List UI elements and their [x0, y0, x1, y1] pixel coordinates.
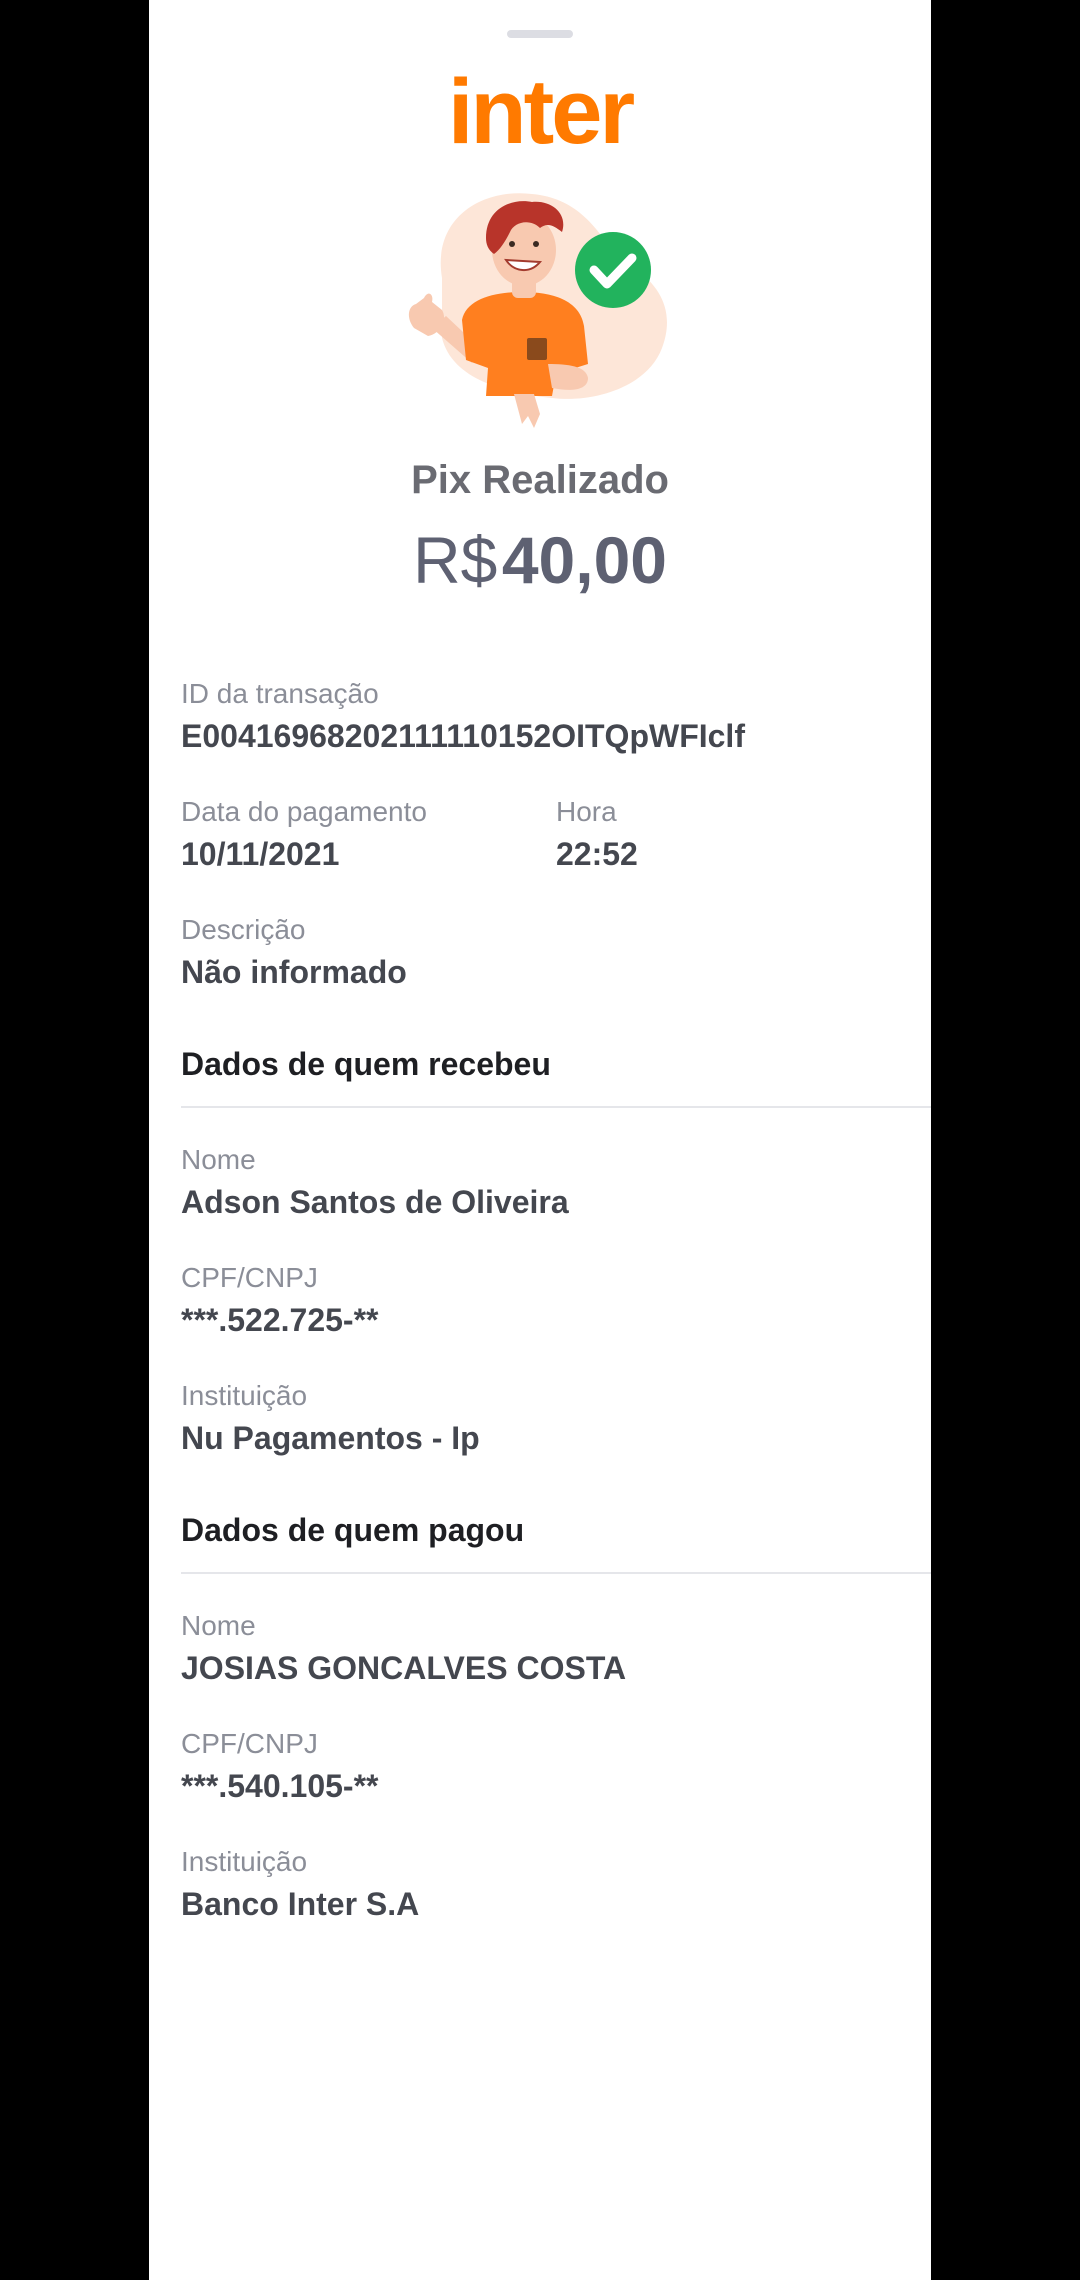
payment-date-label: Data do pagamento [181, 796, 427, 827]
payment-time-value: 22:52 [556, 836, 638, 872]
receiver-institution-label: Instituição [181, 1380, 308, 1411]
payer-institution-label: Instituição [181, 1846, 308, 1877]
payer-institution-value: Banco Inter S.A [181, 1886, 420, 1922]
receiver-name-field: Nome Adson Santos de Oliveira [181, 1142, 569, 1224]
transaction-id-value: E00416968202111110152OITQpWFIclf [181, 718, 745, 754]
payment-date-value: 10/11/2021 [181, 836, 340, 872]
payer-doc-value: ***.540.105-** [181, 1768, 379, 1804]
currency-symbol: R$ [413, 523, 498, 597]
receiver-institution-value: Nu Pagamentos - Ip [181, 1420, 480, 1456]
receiver-divider [181, 1106, 931, 1108]
receiver-section-title: Dados de quem recebeu [181, 1046, 551, 1082]
status-title: Pix Realizado [411, 458, 669, 502]
payer-doc-label: CPF/CNPJ [181, 1728, 318, 1759]
payer-doc-field: CPF/CNPJ ***.540.105-** [181, 1726, 378, 1808]
description-field: Descrição Não informado [181, 912, 407, 994]
inter-logo: inter [447, 61, 635, 163]
receiver-doc-value: ***.522.725-** [181, 1302, 379, 1338]
receiver-institution-field: Instituição Nu Pagamentos - Ip [181, 1378, 480, 1460]
transaction-id-label: ID da transação [181, 678, 379, 709]
payer-section-title: Dados de quem pagou [181, 1512, 525, 1548]
amount-display: R$ 40,00 [149, 520, 931, 619]
description-value: Não informado [181, 954, 407, 990]
payer-name-value: JOSIAS GONCALVES COSTA [181, 1650, 627, 1686]
description-label: Descrição [181, 914, 306, 945]
success-illustration-icon [408, 193, 667, 428]
payment-time-field: Hora 22:52 [556, 794, 638, 876]
amount-value: 40,00 [501, 523, 667, 597]
payer-name-label: Nome [181, 1610, 256, 1641]
receiver-name-label: Nome [181, 1144, 256, 1175]
payer-institution-field: Instituição Banco Inter S.A [181, 1844, 419, 1926]
sheet-drag-handle[interactable] [507, 30, 573, 38]
payment-time-label: Hora [556, 796, 617, 827]
receiver-name-value: Adson Santos de Oliveira [181, 1184, 569, 1220]
receipt-sheet: inter Pix Realizado R$ 40,00 ID da trans… [149, 0, 931, 2280]
payer-name-field: Nome JOSIAS GONCALVES COSTA [181, 1608, 626, 1690]
receiver-doc-label: CPF/CNPJ [181, 1262, 318, 1293]
transaction-id-field: ID da transação E00416968202111110152OIT… [181, 676, 745, 758]
payment-date-field: Data do pagamento 10/11/2021 [181, 794, 427, 876]
receiver-doc-field: CPF/CNPJ ***.522.725-** [181, 1260, 378, 1342]
payer-divider [181, 1572, 931, 1574]
